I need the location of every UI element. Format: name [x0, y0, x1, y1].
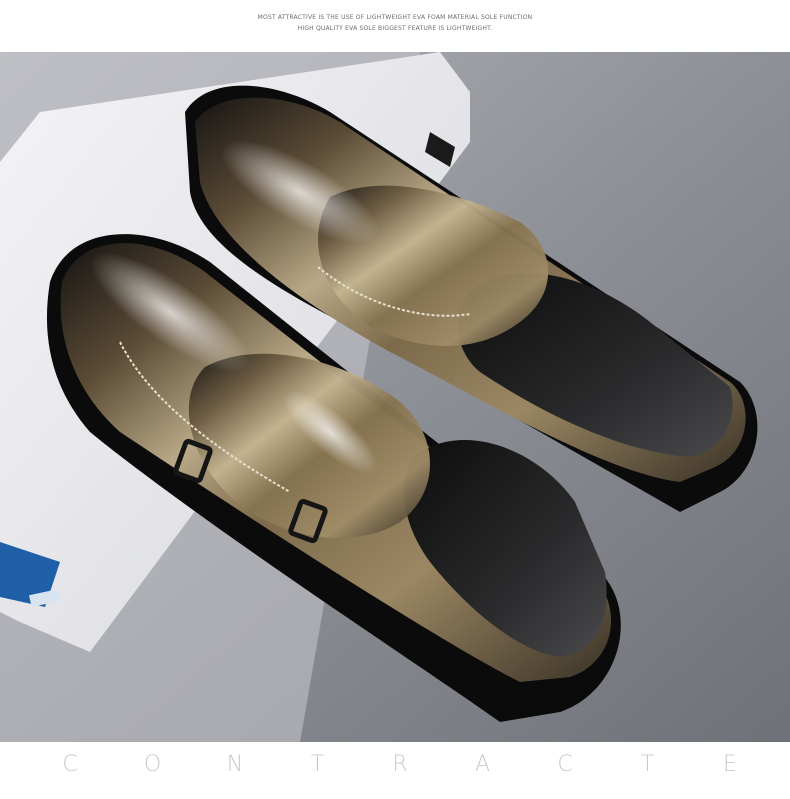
footer-letter: R [392, 752, 408, 777]
caption-line-1: MOST ATTRACTIVE IS THE USE OF LIGHTWEIGH… [257, 14, 533, 21]
product-photo [0, 52, 790, 742]
footer-letter: C [62, 752, 78, 777]
caption-line-2: HIGH QUALITY EVA SOLE BIGGEST FEATURE IS… [297, 25, 493, 32]
shoes-illustration [0, 52, 790, 742]
footer-letter: C [557, 752, 573, 777]
footer-letter: T [640, 752, 655, 777]
footer-letter: A [474, 752, 491, 777]
footer-letter: O [143, 752, 162, 777]
caption: MOST ATTRACTIVE IS THE USE OF LIGHTWEIGH… [0, 12, 790, 34]
footer-letter: T [310, 752, 325, 777]
footer-brand-letters: CONTRACTE [60, 752, 740, 777]
footer-letter: E [723, 752, 737, 777]
footer-letter: N [226, 752, 244, 777]
